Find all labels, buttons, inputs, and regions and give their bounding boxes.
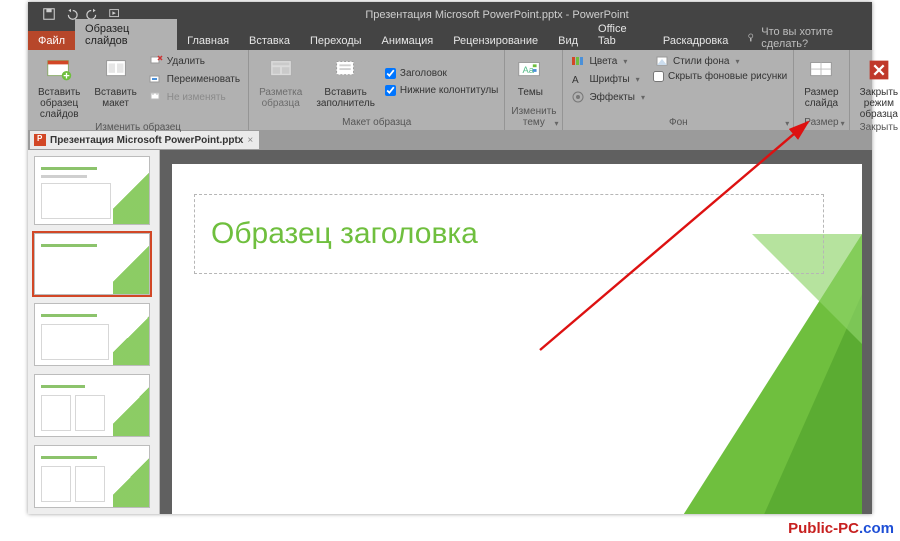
tab-review[interactable]: Рецензирование — [443, 31, 548, 50]
rename-icon — [149, 72, 163, 86]
close-master-view-button[interactable]: Закрыть режим образца — [856, 53, 900, 122]
ribbon: Вставить образец слайдов Вставить макет … — [28, 50, 872, 130]
thumbnail-layout-3[interactable] — [34, 374, 150, 437]
insert-placeholder-icon — [331, 55, 361, 85]
preserve-icon — [149, 90, 163, 104]
tab-transitions[interactable]: Переходы — [300, 31, 372, 50]
app-window: Презентация Microsoft PowerPoint.pptx - … — [28, 2, 872, 514]
insert-slide-master-icon — [44, 55, 74, 85]
group-size: Размер слайда Размер — [794, 50, 849, 130]
tell-me-search[interactable]: Что вы хотите сделать? — [746, 26, 872, 50]
group-master-layout-label: Макет образца — [255, 117, 498, 130]
slide-canvas-area[interactable]: Образец заголовка — [160, 150, 872, 514]
powerpoint-icon — [34, 134, 46, 146]
insert-slide-master-button[interactable]: Вставить образец слайдов — [34, 53, 84, 122]
tab-storyboard[interactable]: Раскадровка — [653, 31, 738, 50]
svg-text:A: A — [572, 75, 579, 86]
effects-button[interactable]: Эффекты▾ — [569, 89, 646, 105]
master-layout-icon — [266, 55, 296, 85]
insert-slide-master-label: Вставить образец слайдов — [38, 87, 80, 120]
effects-icon — [571, 90, 585, 104]
thumbnail-layout-4[interactable] — [34, 445, 150, 508]
thumbnail-layout-1[interactable] — [34, 233, 150, 296]
bg-styles-icon — [655, 54, 669, 68]
group-edit-theme: Aa Темы Изменить тему — [505, 50, 563, 130]
fonts-button[interactable]: AШрифты▾ — [569, 71, 646, 87]
fonts-icon: A — [571, 72, 585, 86]
close-master-label: Закрыть режим образца — [860, 87, 899, 120]
hide-bg-checkbox[interactable]: Скрыть фоновые рисунки — [653, 71, 787, 82]
footers-checkbox[interactable]: Нижние колонтитулы — [385, 85, 498, 96]
tab-view[interactable]: Вид — [548, 31, 588, 50]
slide-size-icon — [806, 55, 836, 85]
themes-icon: Aa — [515, 55, 545, 85]
window-title: Презентация Microsoft PowerPoint.pptx - … — [122, 9, 872, 21]
tab-slide-master[interactable]: Образец слайдов — [75, 19, 177, 50]
thumbnails-pane[interactable] — [28, 150, 160, 514]
colors-icon — [571, 54, 585, 68]
group-background: Цвета▾ AШрифты▾ Эффекты▾ Стили фона▾ Скр… — [563, 50, 794, 130]
tell-me-label: Что вы хотите сделать? — [761, 26, 872, 50]
tab-home[interactable]: Главная — [177, 31, 239, 50]
insert-placeholder-button[interactable]: Вставить заполнитель — [312, 53, 379, 111]
delete-button[interactable]: Удалить — [147, 53, 242, 69]
group-edit-master: Вставить образец слайдов Вставить макет … — [28, 50, 249, 130]
insert-layout-icon — [101, 55, 131, 85]
preserve-button[interactable]: Не изменять — [147, 89, 242, 105]
title-placeholder-text: Образец заголовка — [211, 217, 478, 251]
save-icon[interactable] — [42, 7, 56, 24]
group-size-label: Размер — [800, 117, 842, 130]
tab-file[interactable]: Файл — [28, 31, 75, 50]
thumbnail-layout-2[interactable] — [34, 303, 150, 366]
close-icon — [864, 55, 894, 85]
document-tab-name: Презентация Microsoft PowerPoint.pptx — [50, 135, 243, 146]
slide-size-label: Размер слайда — [804, 87, 838, 109]
group-edit-master-label: Изменить образец — [34, 122, 242, 135]
colors-button[interactable]: Цвета▾ — [569, 53, 646, 69]
thumbnail-master[interactable] — [34, 156, 150, 225]
document-tab-close-icon[interactable]: × — [247, 135, 253, 146]
tab-office-tab[interactable]: Office Tab — [588, 19, 653, 50]
title-checkbox[interactable]: Заголовок — [385, 68, 498, 79]
group-master-layout: Разметка образца Вставить заполнитель За… — [249, 50, 505, 130]
insert-layout-button[interactable]: Вставить макет — [90, 53, 140, 122]
group-background-label: Фон — [569, 117, 787, 130]
slide-background-decoration — [622, 234, 862, 514]
master-layout-label: Разметка образца — [259, 87, 302, 109]
slide[interactable]: Образец заголовка — [172, 164, 862, 514]
tab-animations[interactable]: Анимация — [372, 31, 444, 50]
delete-icon — [149, 54, 163, 68]
themes-button[interactable]: Aa Темы — [511, 53, 549, 100]
title-placeholder[interactable]: Образец заголовка — [194, 194, 824, 274]
group-close: Закрыть режим образца Закрыть — [850, 50, 900, 130]
master-layout-button[interactable]: Разметка образца — [255, 53, 306, 111]
background-styles-button[interactable]: Стили фона▾ — [653, 53, 787, 69]
rename-button[interactable]: Переименовать — [147, 71, 242, 87]
insert-layout-label: Вставить макет — [94, 87, 136, 109]
slide-size-button[interactable]: Размер слайда — [800, 53, 842, 111]
insert-placeholder-label: Вставить заполнитель — [316, 87, 375, 109]
workspace: Образец заголовка — [28, 150, 872, 514]
group-edit-theme-label: Изменить тему — [511, 106, 556, 130]
watermark: Public-PC.com — [788, 520, 894, 537]
tab-insert[interactable]: Вставка — [239, 31, 300, 50]
ribbon-tabs: Файл Образец слайдов Главная Вставка Пер… — [28, 28, 872, 50]
group-close-label: Закрыть — [856, 122, 900, 135]
themes-label: Темы — [518, 87, 543, 98]
